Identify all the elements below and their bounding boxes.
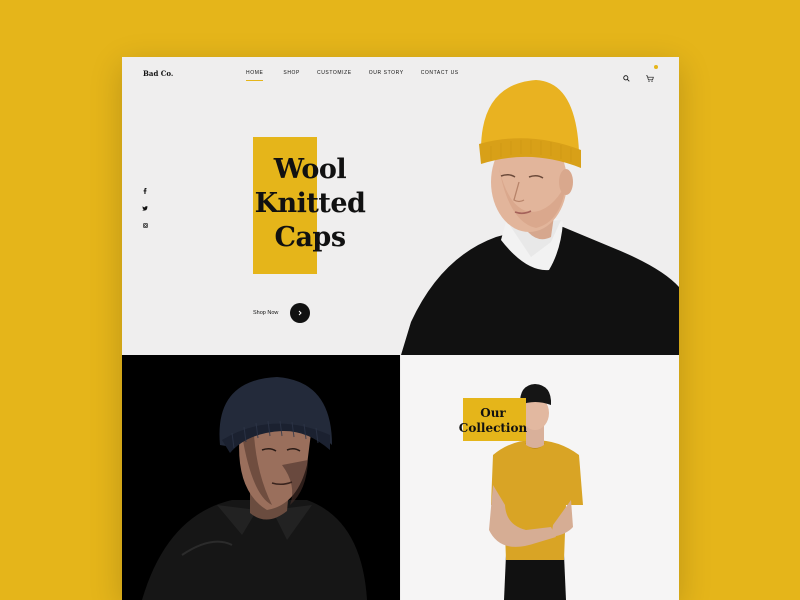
collection-model-photo: [489, 384, 583, 600]
dark-portrait-photo: [142, 377, 367, 600]
nav-item-home[interactable]: HOME: [246, 70, 264, 81]
collection-title[interactable]: Our Collection: [443, 406, 543, 436]
social-links: [142, 188, 148, 230]
collection-title-line: Collection: [458, 421, 528, 435]
hero-title-line: Knitted: [254, 188, 366, 219]
chevron-right-icon[interactable]: [290, 303, 311, 323]
nav-item-our-story[interactable]: OUR STORY: [369, 70, 404, 76]
collection-title-line: Our: [480, 406, 506, 420]
nav-item-shop[interactable]: SHOP: [283, 70, 300, 76]
hero-title: Wool Knitted Caps: [240, 153, 380, 255]
dark-portrait-panel: [122, 355, 400, 600]
shop-now-button[interactable]: Shop Now: [253, 303, 311, 323]
cart-badge-dot: [654, 65, 658, 69]
our-collection-panel[interactable]: Our Collection: [401, 355, 679, 600]
hero-title-line: Caps: [274, 222, 346, 253]
instagram-icon[interactable]: [142, 223, 148, 230]
hero-title-line: Wool: [273, 154, 347, 185]
hero-model-photo: [401, 80, 679, 355]
facebook-icon[interactable]: [142, 188, 148, 196]
landing-page: Bad Co. HOME SHOP CUSTOMIZE OUR STORY CO…: [122, 57, 679, 600]
twitter-icon[interactable]: [142, 206, 148, 213]
nav-item-customize[interactable]: CUSTOMIZE: [317, 70, 352, 76]
brand-logo[interactable]: Bad Co.: [143, 69, 173, 78]
shop-now-label: Shop Now: [253, 310, 279, 316]
